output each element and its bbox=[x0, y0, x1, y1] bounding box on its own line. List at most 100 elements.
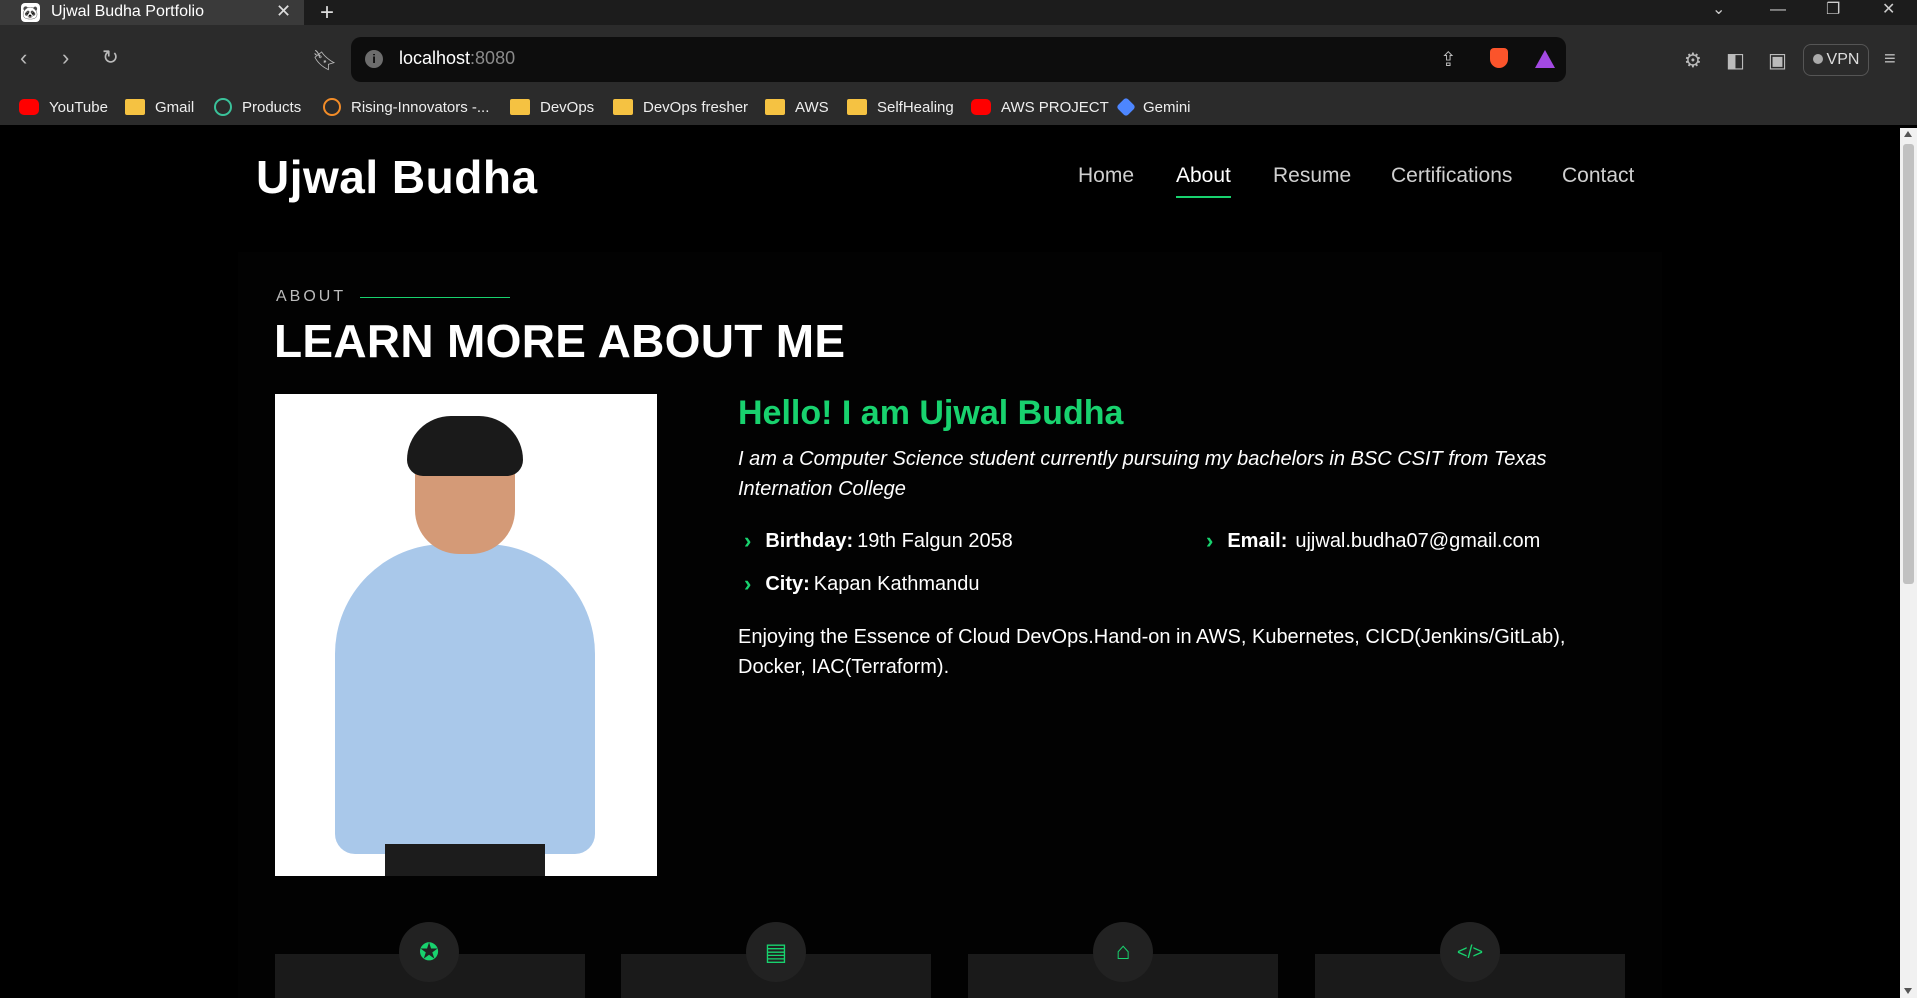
gemini-icon bbox=[1116, 97, 1136, 117]
info-email: › Email: ujjwal.budha07@gmail.com bbox=[1206, 528, 1540, 554]
email-value: ujjwal.budha07@gmail.com bbox=[1295, 529, 1541, 552]
bookmark-label: Gemini bbox=[1143, 98, 1191, 116]
nav-resume[interactable]: Resume bbox=[1273, 164, 1351, 188]
site-logo[interactable]: Ujwal Budha bbox=[256, 150, 538, 204]
reload-icon[interactable]: ↻ bbox=[102, 47, 119, 69]
minimize-icon[interactable]: — bbox=[1770, 0, 1786, 25]
bookmark-label: Products bbox=[242, 98, 302, 116]
city-value: Kapan Kathmandu bbox=[813, 572, 980, 595]
site-info-icon[interactable]: i bbox=[365, 50, 383, 68]
bookmark-rising-innovators[interactable]: Rising-Innovators -... bbox=[323, 96, 489, 118]
profile-photo bbox=[275, 394, 657, 876]
url-text[interactable]: localhost:8080 bbox=[399, 48, 515, 69]
page-viewport: Ujwal Budha Home About Resume Certificat… bbox=[0, 128, 1900, 998]
bookmark-aws-project[interactable]: AWS PROJECT bbox=[971, 96, 1109, 118]
info-city: › City: Kapan Kathmandu bbox=[744, 571, 979, 597]
brave-rewards-icon[interactable] bbox=[1535, 50, 1555, 68]
section-label-divider bbox=[360, 296, 511, 298]
bookmark-devops[interactable]: DevOps bbox=[510, 96, 594, 118]
photo-hair bbox=[407, 416, 523, 476]
new-tab-icon[interactable]: + bbox=[320, 0, 334, 27]
about-description: Enjoying the Essence of Cloud DevOps.Han… bbox=[738, 626, 1566, 678]
birthday-label: Birthday: bbox=[765, 529, 854, 552]
site-header: Ujwal Budha Home About Resume Certificat… bbox=[0, 128, 1900, 228]
close-tab-icon[interactable]: ✕ bbox=[276, 1, 291, 22]
bookmarks-bar: YouTube Gmail Products Rising-Innovators… bbox=[0, 92, 1917, 122]
url-port: :8080 bbox=[470, 48, 516, 68]
bookmark-label: AWS bbox=[795, 98, 829, 116]
bookmark-youtube[interactable]: YouTube bbox=[19, 96, 108, 118]
vpn-label: VPN bbox=[1826, 51, 1860, 68]
share-icon[interactable]: ⇪ bbox=[1440, 47, 1457, 72]
bookmark-label: Rising-Innovators -... bbox=[351, 98, 490, 116]
award-icon: ✪ bbox=[399, 922, 459, 982]
nav-certifications[interactable]: Certifications bbox=[1391, 164, 1512, 188]
tab-list-chevron-icon[interactable]: ⌄ bbox=[1712, 0, 1725, 25]
photo-pants bbox=[385, 844, 545, 876]
bookmark-gemini[interactable]: Gemini bbox=[1116, 96, 1191, 118]
bookmark-gmail[interactable]: Gmail bbox=[125, 96, 194, 118]
certificate-icon: ▤ bbox=[746, 922, 806, 982]
section-label: ABOUT bbox=[276, 288, 511, 306]
bookmark-label: DevOps bbox=[540, 98, 595, 116]
email-label: Email: bbox=[1227, 529, 1288, 552]
url-host: localhost bbox=[399, 48, 471, 68]
wallet-icon[interactable]: ▣ bbox=[1768, 48, 1787, 73]
panda-favicon-icon: 🐼 bbox=[21, 3, 40, 22]
city-label: City: bbox=[765, 572, 810, 595]
browser-tab[interactable]: 🐼 Ujwal Budha Portfolio ✕ bbox=[0, 0, 304, 25]
section-title: LEARN MORE ABOUT ME bbox=[274, 315, 846, 367]
bookmark-aws[interactable]: AWS bbox=[765, 96, 829, 118]
hello-heading: Hello! I am Ujwal Budha bbox=[738, 394, 1124, 432]
bookmark-selfhealing[interactable]: SelfHealing bbox=[847, 96, 954, 118]
vpn-status-icon bbox=[1812, 54, 1823, 64]
folder-icon bbox=[847, 99, 867, 115]
bookmark-devops-fresher[interactable]: DevOps fresher bbox=[613, 96, 748, 118]
bookmark-label: Gmail bbox=[155, 98, 195, 116]
brave-shields-icon[interactable] bbox=[1490, 48, 1508, 68]
youtube-icon bbox=[971, 99, 991, 115]
bookmark-label: AWS PROJECT bbox=[1001, 98, 1109, 116]
chevron-right-icon: › bbox=[1206, 528, 1214, 553]
vpn-button[interactable]: VPN bbox=[1803, 44, 1869, 76]
section-label-text: ABOUT bbox=[276, 288, 347, 305]
menu-icon[interactable]: ≡ bbox=[1884, 48, 1896, 71]
intro-text: I am a Computer Science student currentl… bbox=[738, 448, 1547, 500]
info-birthday: › Birthday: 19th Falgun 2058 bbox=[744, 528, 1013, 554]
bookmark-label: DevOps fresher bbox=[643, 98, 749, 116]
forward-icon[interactable]: › bbox=[62, 47, 69, 69]
youtube-icon bbox=[19, 99, 39, 115]
bookmark-label: SelfHealing bbox=[877, 98, 954, 116]
folder-icon bbox=[125, 99, 145, 115]
extensions-icon[interactable]: ⚙ bbox=[1684, 48, 1702, 73]
birthday-value: 19th Falgun 2058 bbox=[857, 529, 1013, 552]
nav-home[interactable]: Home bbox=[1078, 164, 1134, 188]
products-icon bbox=[214, 98, 232, 116]
about-section: ABOUT LEARN MORE ABOUT ME Hello! I am Uj… bbox=[238, 252, 1662, 998]
bookmark-label: YouTube bbox=[49, 98, 108, 116]
page-scrollbar[interactable] bbox=[1900, 128, 1917, 998]
scroll-down-icon[interactable] bbox=[1904, 988, 1912, 994]
restore-icon[interactable]: ❐ bbox=[1826, 0, 1840, 25]
institution-icon: ⌂ bbox=[1093, 922, 1153, 982]
address-bar[interactable]: i localhost:8080 bbox=[351, 37, 1566, 82]
back-icon[interactable]: ‹ bbox=[20, 47, 27, 69]
folder-icon bbox=[613, 99, 633, 115]
folder-icon bbox=[765, 99, 785, 115]
browser-tab-bar: 🐼 Ujwal Budha Portfolio ✕ + ⌄ — ❐ ✕ bbox=[0, 0, 1917, 27]
photo-hoodie bbox=[335, 544, 595, 854]
cloud-icon bbox=[323, 98, 341, 116]
nav-about[interactable]: About bbox=[1176, 164, 1231, 198]
chevron-right-icon: › bbox=[744, 528, 752, 553]
chevron-right-icon: › bbox=[744, 571, 752, 596]
nav-contact[interactable]: Contact bbox=[1562, 164, 1634, 188]
code-icon: </> bbox=[1440, 922, 1500, 982]
scrollbar-thumb[interactable] bbox=[1903, 144, 1914, 584]
scroll-up-icon[interactable] bbox=[1904, 131, 1912, 137]
tab-title: Ujwal Budha Portfolio bbox=[51, 3, 204, 20]
sidebar-icon[interactable]: ◧ bbox=[1726, 48, 1745, 73]
bookmark-products[interactable]: Products bbox=[214, 96, 301, 118]
close-window-icon[interactable]: ✕ bbox=[1882, 0, 1895, 25]
bookmark-page-icon[interactable]: 🔖︎ bbox=[312, 48, 337, 73]
folder-icon bbox=[510, 99, 530, 115]
